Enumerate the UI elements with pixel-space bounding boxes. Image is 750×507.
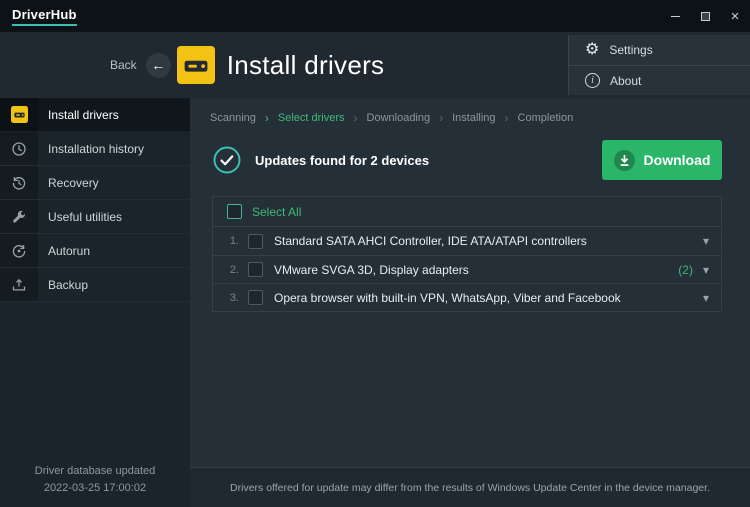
back-button[interactable]: ←	[146, 53, 171, 78]
back-label: Back	[110, 58, 137, 72]
sidebar-item-label: Backup	[48, 278, 88, 292]
driver-checkbox[interactable]	[248, 262, 263, 277]
info-icon: i	[585, 73, 600, 88]
row-number: 1.	[221, 235, 239, 247]
select-all-label: Select All	[252, 205, 301, 219]
maximize-button[interactable]	[690, 0, 720, 32]
chevron-right-icon: ›	[505, 111, 509, 125]
about-menu-item[interactable]: i About	[569, 65, 750, 95]
sidebar-item-installation-history[interactable]: Installation history	[0, 132, 190, 166]
driverhub-drive-icon	[0, 98, 38, 131]
select-all-row[interactable]: Select All	[213, 197, 721, 227]
sidebar-item-install-drivers[interactable]: Install drivers	[0, 98, 190, 132]
wrench-icon	[0, 200, 38, 233]
chevron-right-icon: ›	[265, 111, 269, 125]
minimize-icon	[671, 16, 680, 17]
window-controls: ×	[660, 0, 750, 32]
table-row[interactable]: 2. VMware SVGA 3D, Display adapters (2) …	[213, 255, 721, 283]
row-number: 3.	[221, 292, 239, 304]
chevron-right-icon: ›	[354, 111, 358, 125]
clock-icon	[0, 132, 38, 165]
scan-status-row: Updates found for 2 devices Download	[212, 140, 722, 180]
sidebar-item-label: Recovery	[48, 176, 99, 190]
minimize-button[interactable]	[660, 0, 690, 32]
backup-icon	[0, 268, 38, 301]
main-footer: Drivers offered for update may differ fr…	[190, 467, 750, 507]
close-icon: ×	[731, 9, 740, 24]
step-downloading: Downloading	[367, 112, 431, 124]
sidebar: Install drivers Installation history Rec…	[0, 98, 190, 507]
header: Back ← Install drivers ⚙ Settings i Abou…	[0, 32, 750, 98]
close-button[interactable]: ×	[720, 0, 750, 32]
chevron-down-icon[interactable]: ▾	[703, 291, 709, 305]
table-row[interactable]: 3. Opera browser with built-in VPN, What…	[213, 283, 721, 311]
back-arrow-icon: ←	[151, 57, 165, 73]
gear-icon: ⚙	[585, 42, 599, 58]
driver-checkbox[interactable]	[248, 234, 263, 249]
sidebar-item-label: Installation history	[48, 142, 144, 156]
row-number: 2.	[221, 264, 239, 276]
database-updated-label: Driver database updated	[0, 463, 190, 480]
sidebar-item-backup[interactable]: Backup	[0, 268, 190, 302]
history-restore-icon	[0, 166, 38, 199]
step-scanning: Scanning	[210, 112, 256, 124]
sidebar-item-label: Install drivers	[48, 108, 119, 122]
driver-name: Opera browser with built-in VPN, WhatsAp…	[274, 291, 689, 305]
chevron-down-icon[interactable]: ▾	[703, 263, 709, 277]
sidebar-item-useful-utilities[interactable]: Useful utilities	[0, 200, 190, 234]
driver-database-status: Driver database updated 2022-03-25 17:00…	[0, 463, 190, 497]
step-select-drivers: Select drivers	[278, 112, 345, 124]
app-name: DriverHub	[12, 7, 77, 26]
download-icon	[614, 150, 635, 171]
chevron-down-icon[interactable]: ▾	[703, 234, 709, 248]
driver-count: (2)	[678, 263, 693, 277]
autorun-arrow-icon	[0, 234, 38, 267]
sidebar-item-label: Autorun	[48, 244, 90, 258]
maximize-icon	[701, 12, 710, 21]
header-menu: ⚙ Settings i About	[568, 35, 750, 95]
settings-menu-item[interactable]: ⚙ Settings	[569, 35, 750, 65]
step-completion: Completion	[518, 112, 574, 124]
database-updated-timestamp: 2022-03-25 17:00:02	[0, 480, 190, 497]
sidebar-item-autorun[interactable]: Autorun	[0, 234, 190, 268]
page-title: Install drivers	[227, 50, 385, 81]
updates-found-message: Updates found for 2 devices	[255, 153, 602, 168]
main-content: Scanning › Select drivers › Downloading …	[190, 98, 750, 507]
sidebar-item-label: Useful utilities	[48, 210, 122, 224]
download-label: Download	[644, 152, 711, 168]
about-label: About	[610, 74, 641, 88]
driverhub-window: DriverHub × Back ← Install drivers ⚙ Set…	[0, 0, 750, 507]
scan-complete-icon	[212, 145, 242, 175]
select-all-checkbox[interactable]	[227, 204, 242, 219]
driver-checkbox[interactable]	[248, 290, 263, 305]
sidebar-item-recovery[interactable]: Recovery	[0, 166, 190, 200]
download-button[interactable]: Download	[602, 140, 722, 180]
disclaimer-text: Drivers offered for update may differ fr…	[230, 482, 710, 494]
chevron-right-icon: ›	[439, 111, 443, 125]
step-installing: Installing	[452, 112, 495, 124]
driverhub-logo-icon	[177, 46, 215, 84]
titlebar: DriverHub ×	[0, 0, 750, 32]
driver-name: VMware SVGA 3D, Display adapters	[274, 263, 674, 277]
driver-list: Select All 1. Standard SATA AHCI Control…	[212, 196, 722, 312]
table-row[interactable]: 1. Standard SATA AHCI Controller, IDE AT…	[213, 227, 721, 255]
settings-label: Settings	[609, 43, 652, 57]
driver-name: Standard SATA AHCI Controller, IDE ATA/A…	[274, 234, 689, 248]
progress-steps: Scanning › Select drivers › Downloading …	[190, 98, 750, 125]
